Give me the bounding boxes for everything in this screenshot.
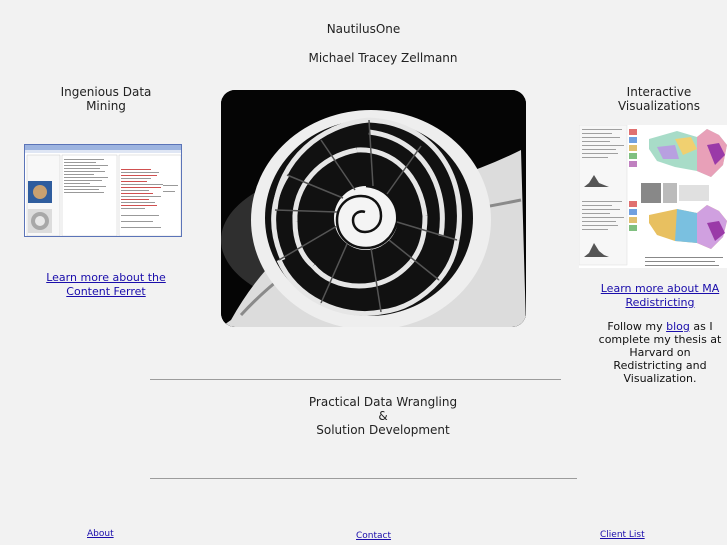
redistricting-visualization-screenshot xyxy=(579,125,727,268)
blog-paragraph: Follow my blog as I complete my thesis a… xyxy=(596,320,724,385)
data-mining-title: Ingenious Data Mining xyxy=(60,85,152,113)
visualizations-title: Interactive Visualizations xyxy=(617,85,701,113)
content-ferret-link[interactable]: Learn more about the Content Ferret xyxy=(40,271,172,299)
ma-redistricting-link[interactable]: Learn more about MA Redistricting xyxy=(596,282,724,310)
site-title: NautilusOne xyxy=(326,22,401,36)
divider-bottom xyxy=(150,478,577,479)
author-name: Michael Tracey Zellmann xyxy=(308,51,458,65)
tagline-line-3: Solution Development xyxy=(316,423,450,437)
content-ferret-screenshot xyxy=(24,144,182,237)
footer-contact-link[interactable]: Contact xyxy=(356,531,391,541)
tagline: Practical Data Wrangling & Solution Deve… xyxy=(300,395,466,437)
ma-redistricting-link-text[interactable]: Learn more about MA Redistricting xyxy=(601,282,719,309)
blog-link[interactable]: blog xyxy=(666,320,690,333)
nautilus-shell-photo xyxy=(221,90,526,327)
footer-client-list-link[interactable]: Client List xyxy=(600,530,645,540)
tagline-line-2: & xyxy=(378,409,388,423)
blog-prefix: Follow my xyxy=(607,320,667,333)
tagline-line-1: Practical Data Wrangling xyxy=(308,395,458,409)
content-ferret-link-text[interactable]: Learn more about the Content Ferret xyxy=(46,271,166,298)
divider-top xyxy=(150,379,561,380)
footer-about-link[interactable]: About xyxy=(87,529,114,539)
